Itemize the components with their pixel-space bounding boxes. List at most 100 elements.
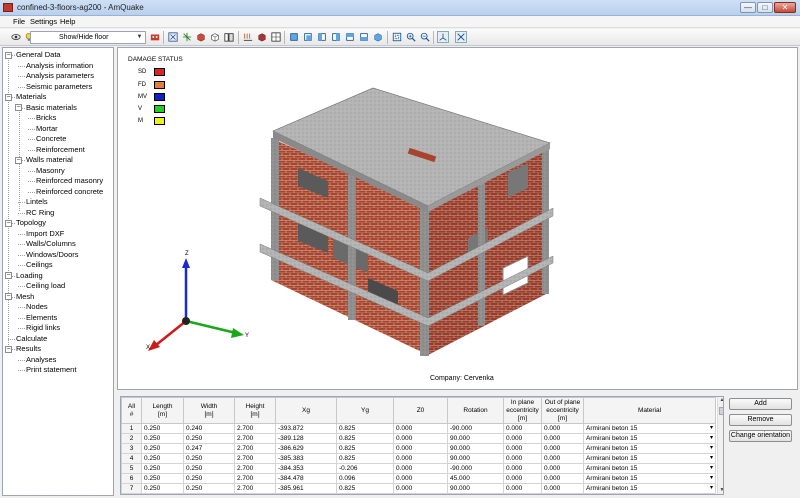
table-cell[interactable]: 0.825 bbox=[336, 483, 394, 494]
tree-item[interactable]: Basic materials bbox=[26, 103, 77, 113]
table-cell[interactable]: 0.000 bbox=[541, 433, 584, 444]
table-cell[interactable]: 0.000 bbox=[503, 463, 542, 474]
fit-view-icon[interactable] bbox=[167, 31, 179, 43]
tree-item[interactable]: Print statement bbox=[26, 365, 76, 375]
change-orientation-button[interactable]: Change orientation bbox=[729, 430, 792, 442]
table-cell[interactable]: 2.700 bbox=[234, 433, 276, 444]
close-button[interactable]: ✕ bbox=[774, 2, 796, 13]
minimize-button[interactable]: — bbox=[740, 2, 756, 13]
add-button[interactable]: Add bbox=[729, 398, 792, 410]
tree-item[interactable]: Ceilings bbox=[26, 260, 53, 270]
table-cell[interactable]: 0.250 bbox=[183, 473, 235, 484]
walls-icon[interactable] bbox=[223, 31, 235, 43]
tree-item[interactable]: Bricks bbox=[36, 113, 56, 123]
view-iso-icon[interactable] bbox=[372, 31, 384, 43]
axes-icon[interactable] bbox=[181, 31, 193, 43]
maximize-button[interactable]: □ bbox=[757, 2, 773, 13]
view-back-icon[interactable] bbox=[302, 31, 314, 43]
tree-item[interactable]: Reinforced concrete bbox=[36, 187, 103, 197]
table-cell[interactable]: 0.000 bbox=[393, 453, 448, 464]
cube-outline-icon[interactable] bbox=[209, 31, 221, 43]
collapse-toggle-icon[interactable]: − bbox=[15, 104, 22, 111]
column-header[interactable]: Z0 bbox=[393, 397, 448, 424]
chevron-down-icon[interactable]: ▾ bbox=[710, 455, 713, 461]
material-select[interactable]: Armirani beton 15 ▾ bbox=[583, 483, 716, 494]
column-header[interactable]: Material bbox=[583, 397, 716, 424]
table-cell[interactable]: 0.000 bbox=[541, 423, 584, 434]
table-cell[interactable]: 0.000 bbox=[541, 473, 584, 484]
table-cell[interactable]: 0.000 bbox=[393, 433, 448, 444]
tree-item[interactable]: Lintels bbox=[26, 197, 48, 207]
collapse-toggle-icon[interactable]: − bbox=[5, 51, 12, 59]
collapse-toggle-icon[interactable]: − bbox=[5, 93, 12, 101]
table-cell[interactable]: 0.250 bbox=[141, 443, 184, 454]
axis-toggle-icon[interactable] bbox=[437, 31, 449, 43]
table-cell[interactable]: -389.128 bbox=[275, 433, 337, 444]
table-row[interactable]: 7 0.250 0.250 2.700 -385.961 0.825 0.000 90.000… bbox=[121, 483, 716, 494]
collapse-toggle-icon[interactable]: − bbox=[5, 272, 12, 279]
table-cell[interactable]: 0.000 bbox=[503, 433, 542, 444]
table-cell[interactable]: -90.000 bbox=[447, 423, 504, 434]
collapse-toggle-icon[interactable]: − bbox=[5, 293, 12, 300]
table-cell[interactable]: 0.825 bbox=[336, 433, 394, 444]
tree-item[interactable]: Windows/Doors bbox=[26, 250, 79, 260]
table-row[interactable]: 5 0.250 0.250 2.700 -384.353 -0.206 0.000 -90.0… bbox=[121, 463, 716, 474]
tree-item[interactable]: RC Ring bbox=[26, 208, 54, 218]
zoom-out-icon[interactable] bbox=[419, 31, 431, 43]
column-header[interactable]: Rotation bbox=[447, 397, 504, 424]
table-cell[interactable]: 0.250 bbox=[141, 423, 184, 434]
tree-item[interactable]: Topology bbox=[16, 218, 46, 228]
table-scrollbar[interactable]: ▲ ▼ bbox=[717, 397, 723, 494]
material-select[interactable]: Armirani beton 15 ▾ bbox=[583, 423, 716, 434]
table-cell[interactable]: 2.700 bbox=[234, 423, 276, 434]
material-select[interactable]: Armirani beton 15 ▾ bbox=[583, 473, 716, 484]
table-cell[interactable]: 0.000 bbox=[541, 463, 584, 474]
mesh-icon[interactable] bbox=[270, 31, 282, 43]
table-cell[interactable]: 0.250 bbox=[141, 453, 184, 464]
table-cell[interactable]: 2.700 bbox=[234, 443, 276, 454]
damage-cube-icon[interactable] bbox=[256, 31, 268, 43]
table-cell[interactable]: 90.000 bbox=[447, 443, 504, 454]
chevron-down-icon[interactable]: ▾ bbox=[710, 485, 713, 491]
table-cell[interactable]: 0.000 bbox=[393, 443, 448, 454]
collapse-toggle-icon[interactable]: − bbox=[5, 219, 12, 227]
column-header[interactable]: Length [m] bbox=[141, 397, 184, 424]
chevron-down-icon[interactable]: ▾ bbox=[710, 435, 713, 441]
table-cell[interactable]: 0.000 bbox=[503, 453, 542, 464]
table-cell[interactable]: 0.000 bbox=[393, 473, 448, 484]
table-cell[interactable]: 0.825 bbox=[336, 443, 394, 454]
table-cell[interactable]: 0.250 bbox=[183, 463, 235, 474]
table-row[interactable]: 6 0.250 0.250 2.700 -384.478 0.096 0.000 45.000… bbox=[121, 473, 716, 484]
tree-item[interactable]: Concrete bbox=[36, 134, 66, 144]
building-red-icon[interactable] bbox=[149, 31, 161, 43]
tree-item[interactable]: Masonry bbox=[36, 166, 65, 176]
table-cell[interactable]: 0.000 bbox=[503, 423, 542, 434]
column-header[interactable]: Height [m] bbox=[234, 397, 276, 424]
tree-item[interactable]: Results bbox=[16, 344, 41, 354]
tree-item[interactable]: Walls material bbox=[26, 155, 73, 165]
zoom-in-icon[interactable] bbox=[405, 31, 417, 43]
table-cell[interactable]: 45.000 bbox=[447, 473, 504, 484]
tree-item[interactable]: Analyses bbox=[26, 355, 56, 365]
scroll-thumb[interactable] bbox=[719, 407, 723, 415]
table-row[interactable]: 4 0.250 0.250 2.700 -385.383 0.825 0.000 90.000… bbox=[121, 453, 716, 464]
table-cell[interactable]: -90.000 bbox=[447, 463, 504, 474]
view-top-icon[interactable] bbox=[344, 31, 356, 43]
table-cell[interactable]: 0.250 bbox=[141, 433, 184, 444]
cube-red-icon[interactable] bbox=[195, 31, 207, 43]
tree-item[interactable]: Materials bbox=[16, 92, 46, 102]
column-header[interactable]: Xg bbox=[275, 397, 337, 424]
table-cell[interactable]: -386.629 bbox=[275, 443, 337, 454]
zoom-window-icon[interactable] bbox=[391, 31, 403, 43]
tree-item[interactable]: Calculate bbox=[16, 334, 47, 344]
table-cell[interactable]: 0.250 bbox=[183, 453, 235, 464]
table-cell[interactable]: 2.700 bbox=[234, 473, 276, 484]
column-header[interactable]: Width [m] bbox=[183, 397, 235, 424]
tree-item[interactable]: Walls/Columns bbox=[26, 239, 76, 249]
tree-item[interactable]: Analysis information bbox=[26, 61, 93, 71]
model-viewport[interactable]: DAMAGE STATUS SD FD MV V M Z X Y Company… bbox=[117, 47, 798, 390]
table-cell[interactable]: 0.000 bbox=[393, 483, 448, 494]
table-cell[interactable]: 0.000 bbox=[541, 483, 584, 494]
table-cell[interactable]: 0.000 bbox=[393, 463, 448, 474]
table-cell[interactable]: 0.247 bbox=[183, 443, 235, 454]
